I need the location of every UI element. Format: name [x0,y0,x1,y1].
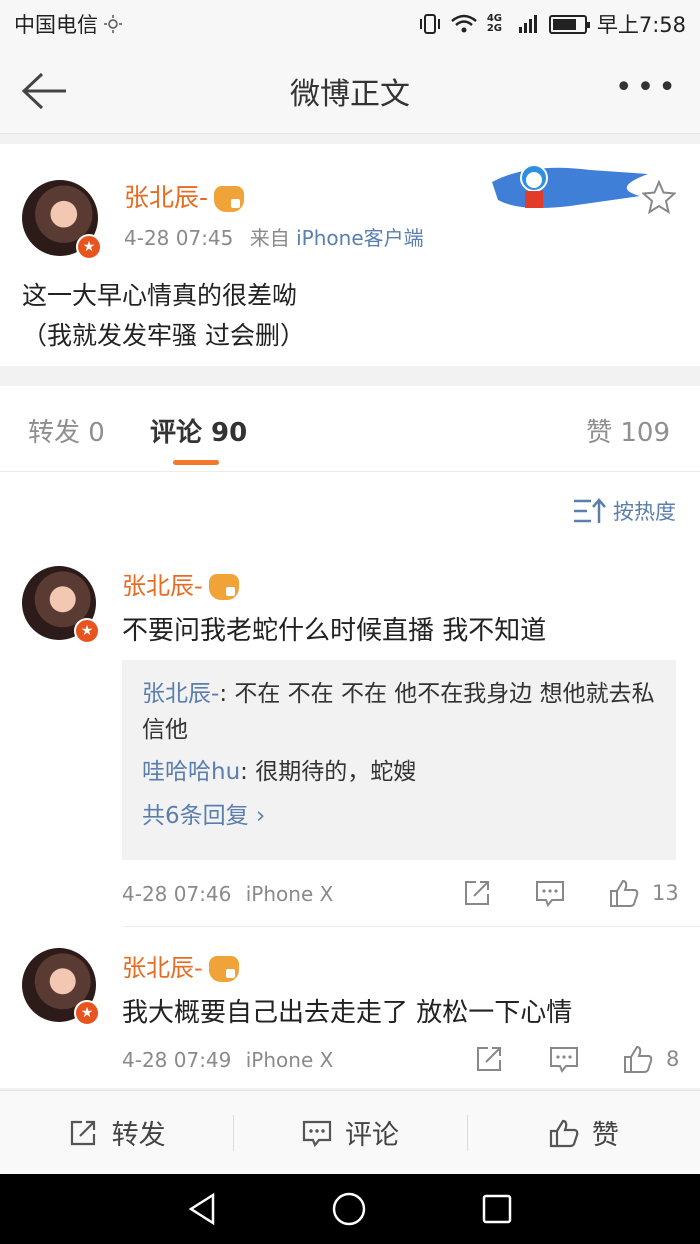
more-replies-link[interactable]: 共6条回复 › [142,798,656,834]
comment-time: 4-28 07:46 [122,882,232,906]
like-count: 13 [652,881,679,905]
status-bar: 中国电信 4G 2G 早上7:58 [0,0,700,48]
tab-likes[interactable]: 赞 109 [586,412,670,449]
vip-icon [214,186,245,212]
comment-author[interactable]: 张北辰- [122,948,239,983]
comment-meta: 4-28 07:49 iPhone X [122,1048,333,1072]
network-label: 4G 2G [486,13,502,34]
like-label: 赞 [591,1120,619,1151]
card-decoration-icon [492,164,648,213]
comment-text: 不要问我老蛇什么时候直播 我不知道 [122,616,547,646]
comments-section: 按热度 ★ 张北辰- 不要问我老蛇什么时候直播 我不知道 张北辰-: 不在 不在… [0,472,700,1088]
comment-author[interactable]: 张北辰- [122,566,239,601]
repost-label: 转发 [111,1120,166,1151]
signal-icon [518,15,537,33]
like-button[interactable]: 赞 [466,1091,700,1174]
favorite-star-icon[interactable] [642,180,676,214]
nav-bar: 微博正文 ••• [0,48,700,134]
clock: 早上7:58 [596,13,686,37]
wifi-icon [451,14,477,33]
like-thumb-icon [549,1119,579,1147]
verified-badge-icon: ★ [76,234,102,260]
vip-icon [208,574,239,600]
vibrate-icon [419,14,440,34]
home-circle-icon[interactable] [331,1191,367,1227]
like-thumb-icon[interactable] [608,878,640,908]
comment-author-name: 张北辰- [122,572,203,600]
post-author-name: 张北辰- [124,183,209,212]
back-triangle-icon[interactable] [187,1192,217,1226]
tab-active-indicator [173,460,219,465]
system-nav-bar [0,1174,700,1244]
comment-button[interactable]: 评论 [233,1091,466,1174]
avatar[interactable]: ★ [22,180,102,260]
verified-badge-icon: ★ [74,1000,100,1026]
post-card: ★ 张北辰- 4-28 07:45 来自 iPhone客户端 这一大早心情真的很… [0,144,700,366]
like-thumb-icon[interactable] [622,1044,654,1074]
repost-icon [70,1120,95,1145]
comment-device: iPhone X [245,882,334,906]
post-meta: 4-28 07:45 来自 iPhone客户端 [124,222,424,251]
verified-badge-icon: ★ [74,618,100,644]
reply-author[interactable]: 哇哈哈hu [142,759,240,785]
comment-time: 4-28 07:49 [122,1048,232,1072]
sort-icon [574,498,606,523]
comment-label: 评论 [344,1120,399,1151]
post-author[interactable]: 张北辰- [124,178,245,214]
avatar[interactable]: ★ [22,948,100,1026]
comment-icon[interactable] [534,878,566,908]
battery-icon [548,14,590,34]
avatar[interactable]: ★ [22,566,100,644]
like-count: 8 [666,1047,680,1071]
recents-square-icon[interactable] [481,1193,513,1225]
post-text: 这一大早心情真的很差呦 （我就发发牢骚 过会删） [22,281,305,350]
reply-box[interactable]: 张北辰-: 不在 不在 不在 他不在我身边 想他就去私信他 哇哈哈hu: 很期待… [122,660,676,860]
more-options-icon[interactable]: ••• [615,73,680,103]
status-right: 4G 2G 早上7:58 [419,9,686,39]
repost-button[interactable]: 转发 [0,1091,233,1174]
page-title: 微博正文 [290,76,410,112]
comment-text: 我大概要自己出去走走了 放松一下心情 [122,998,573,1028]
post-time: 4-28 07:45 [124,226,234,250]
back-arrow-icon[interactable] [18,70,68,112]
source-prefix: 来自 [249,226,290,250]
tab-repost[interactable]: 转发 0 [28,412,105,449]
share-icon[interactable] [462,878,494,908]
reply-item: 哇哈哈hu: 很期待的，蛇嫂 [142,754,656,790]
comment-device: iPhone X [245,1048,334,1072]
reply-author[interactable]: 张北辰- [142,681,219,707]
brightness-icon [104,15,122,33]
carrier-label: 中国电信 [14,13,98,37]
post-tabs: 转发 0 评论 90 赞 109 [0,386,700,472]
battery-fill [552,18,576,30]
sort-button[interactable]: 按热度 [573,496,676,526]
comment-meta: 4-28 07:46 iPhone X [122,882,333,906]
vip-icon [208,956,239,982]
reply-item: 张北辰-: 不在 不在 不在 他不在我身边 想他就去私信他 [142,676,656,748]
post-source[interactable]: iPhone客户端 [296,226,424,250]
reply-text: : 不在 不在 不在 他不在我身边 想他就去私信他 [142,681,655,743]
comment-icon [302,1120,332,1147]
comment-divider [122,926,700,927]
comment-author-name: 张北辰- [122,954,203,982]
share-icon[interactable] [474,1044,506,1074]
reply-text: : 很期待的，蛇嫂 [240,759,417,785]
tab-comments[interactable]: 评论 90 [150,412,247,449]
comment-actions: 13 [462,878,679,908]
comment-actions: 8 [474,1044,679,1074]
bottom-action-bar: 转发 评论 赞 [0,1090,700,1174]
sort-label: 按热度 [613,500,676,524]
carrier-group: 中国电信 [14,9,122,39]
comment-icon[interactable] [548,1044,580,1074]
